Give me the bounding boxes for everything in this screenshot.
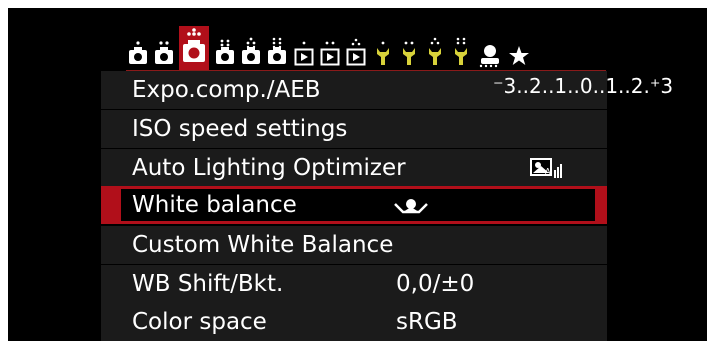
camera-icon [216, 39, 234, 64]
tab-playback-3[interactable] [344, 28, 368, 72]
menu-item-label: Auto Lighting Optimizer [132, 155, 406, 181]
menu-item-label: Expo.comp./AEB [132, 77, 321, 103]
custom-functions-icon [479, 45, 499, 68]
tab-setup-3[interactable] [423, 28, 447, 72]
menu-item-auto-lighting-optimizer[interactable]: Auto Lighting Optimizer A [101, 149, 607, 187]
camera-icon [155, 41, 173, 64]
svg-text:A: A [545, 167, 551, 176]
camera-icon [242, 37, 260, 64]
tab-shooting-2[interactable] [152, 28, 176, 72]
wrench-icon [429, 37, 441, 65]
wrench-icon [455, 37, 467, 65]
play-icon [346, 38, 366, 66]
camera-icon [268, 37, 286, 64]
menu-item-iso-speed-settings[interactable]: ISO speed settings [101, 110, 607, 148]
tab-shooting-5[interactable] [239, 28, 263, 72]
play-icon [294, 41, 314, 66]
tab-setup-4[interactable] [449, 28, 473, 72]
menu-item-label: ISO speed settings [132, 116, 348, 142]
tab-shooting-4[interactable] [213, 28, 237, 72]
tab-setup-1[interactable] [371, 28, 395, 72]
tab-playback-2[interactable] [318, 28, 342, 72]
tab-custom-functions[interactable] [476, 28, 504, 72]
custom-white-balance-icon [394, 199, 428, 214]
auto-lighting-optimizer-icon: A [530, 158, 562, 178]
camera-icon [183, 28, 205, 62]
tab-setup-2[interactable] [397, 28, 421, 72]
menu-item-label: Custom White Balance [132, 232, 394, 258]
exposure-scale: ⁻3..2..1..0..1..2.⁺3 [493, 74, 674, 98]
menu-item-label: WB Shift/Bkt. [132, 271, 284, 297]
menu-tab-bar [126, 26, 606, 72]
menu-item-label: White balance [132, 192, 297, 218]
camera-icon [129, 41, 147, 64]
tab-shooting-6[interactable] [265, 28, 289, 72]
menu-item-white-balance[interactable]: White balance [101, 186, 607, 224]
tab-shooting-1[interactable] [126, 28, 150, 72]
tab-my-menu[interactable] [506, 28, 532, 72]
play-icon [320, 41, 340, 66]
menu-item-expo-comp-aeb[interactable]: Expo.comp./AEB ⁻3..2..1..0..1..2.⁺3 [101, 71, 673, 109]
menu-item-custom-white-balance[interactable]: Custom White Balance [101, 226, 607, 264]
wrench-icon [377, 41, 389, 65]
color-space-value: sRGB [396, 309, 458, 335]
tab-playback-1[interactable] [292, 28, 316, 72]
wb-shift-value: 0,0/±0 [396, 271, 475, 297]
star-icon [509, 46, 529, 65]
menu-item-wb-shift-bkt[interactable]: WB Shift/Bkt. 0,0/±0 [101, 265, 607, 303]
tab-shooting-3[interactable] [179, 26, 209, 72]
wrench-icon [403, 41, 415, 65]
menu-item-label: Color space [132, 309, 267, 335]
menu-item-color-space[interactable]: Color space sRGB [101, 303, 607, 341]
